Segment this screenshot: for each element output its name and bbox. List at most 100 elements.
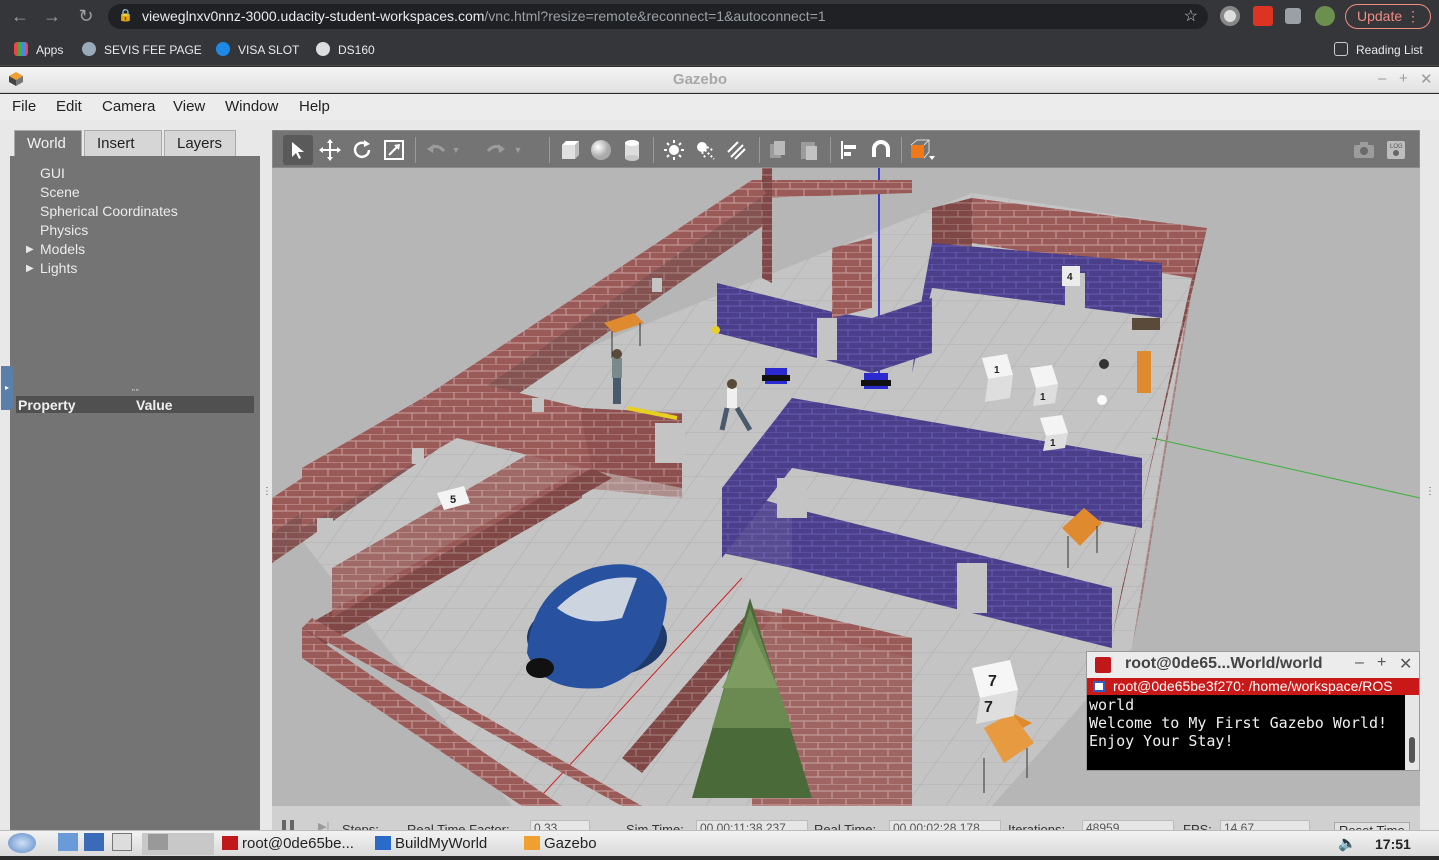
menu-dots-icon: ⋮: [1406, 8, 1420, 24]
address-bar[interactable]: 🔒 vieweglnxv0nnz-3000.udacity-student-wo…: [108, 4, 1208, 29]
tree-item-lights[interactable]: Lights: [40, 260, 77, 276]
svg-text:1: 1: [1050, 438, 1056, 449]
maximize-icon[interactable]: +: [1399, 70, 1408, 87]
splitter-handle-icon[interactable]: ⋮: [262, 486, 272, 497]
paste-icon[interactable]: [794, 135, 824, 165]
snap-magnet-icon[interactable]: [866, 135, 896, 165]
rotate-mode-icon[interactable]: [347, 135, 377, 165]
panel-collapse-handle[interactable]: ▸: [1, 366, 13, 410]
tree-item-gui[interactable]: GUI: [40, 165, 65, 181]
redo-history-dropdown-icon[interactable]: ▼: [511, 135, 525, 165]
tree-item-spherical-coordinates[interactable]: Spherical Coordinates: [40, 203, 178, 219]
box-shape-icon[interactable]: [555, 135, 585, 165]
screenshot-camera-icon[interactable]: [1349, 135, 1379, 165]
undo-icon[interactable]: [421, 135, 451, 165]
select-mode-icon[interactable]: [283, 135, 313, 165]
volume-icon[interactable]: 🔈: [1338, 833, 1357, 855]
seal-icon: [82, 42, 96, 56]
robot-model[interactable]: [861, 373, 891, 389]
splitter-handle-icon[interactable]: ⋮: [1425, 486, 1435, 497]
bookmark-sevis[interactable]: SEVIS FEE PAGE: [82, 42, 202, 57]
expand-arrow-icon[interactable]: ▶: [26, 263, 34, 274]
forward-icon[interactable]: →: [40, 5, 64, 27]
update-button[interactable]: Update ⋮: [1345, 4, 1431, 29]
task-terminal[interactable]: root@0de65be...: [222, 833, 354, 855]
extension-record-icon[interactable]: [1220, 6, 1240, 26]
reading-list[interactable]: Reading List: [1334, 42, 1423, 57]
small-object-model[interactable]: [1097, 395, 1107, 405]
translate-mode-icon[interactable]: [315, 135, 345, 165]
world-tree: GUI Scene Spherical Coordinates Physics …: [10, 156, 260, 830]
copy-icon[interactable]: [763, 135, 793, 165]
person-model[interactable]: [612, 349, 622, 404]
bench-model[interactable]: [1132, 318, 1160, 330]
robot-model[interactable]: [762, 368, 790, 384]
toolbar-separator: [901, 137, 902, 163]
bookmark-star-icon[interactable]: ☆: [1184, 6, 1198, 26]
scale-mode-icon[interactable]: [379, 135, 409, 165]
expand-arrow-icon[interactable]: ▶: [26, 244, 34, 255]
bookmark-apps[interactable]: Apps: [14, 42, 63, 57]
bookmark-ds160[interactable]: DS160: [316, 42, 375, 57]
view-angle-icon[interactable]: [907, 135, 937, 165]
terminal-line: world: [1089, 696, 1135, 714]
close-icon[interactable]: ✕: [1420, 70, 1433, 88]
svg-text:LOG: LOG: [1390, 144, 1403, 150]
tab-layers[interactable]: Layers: [164, 130, 236, 156]
orange-pillar-model[interactable]: [1137, 351, 1151, 393]
undo-history-dropdown-icon[interactable]: ▼: [449, 135, 463, 165]
menu-view[interactable]: View: [173, 98, 205, 115]
menu-edit[interactable]: Edit: [56, 98, 82, 115]
small-object-model[interactable]: [712, 326, 720, 334]
network-icon[interactable]: [84, 833, 108, 855]
terminal-tab[interactable]: root@0de65be3f270: /home/workspace/ROS: [1087, 678, 1419, 695]
file-manager-icon[interactable]: [58, 833, 82, 855]
directional-light-icon[interactable]: [721, 135, 751, 165]
svg-text:4: 4: [1067, 272, 1073, 283]
redo-icon[interactable]: [481, 135, 511, 165]
tree-item-physics[interactable]: Physics: [40, 222, 88, 238]
menu-help[interactable]: Help: [299, 98, 330, 115]
close-icon[interactable]: ✕: [1399, 654, 1412, 674]
minimize-icon[interactable]: –: [1378, 70, 1386, 87]
terminal-scrollbar[interactable]: [1405, 695, 1419, 770]
terminal-title: root@0de65...World/world: [1125, 655, 1323, 672]
tab-insert[interactable]: Insert: [84, 130, 162, 156]
align-icon[interactable]: [835, 135, 865, 165]
minimize-icon[interactable]: –: [1355, 654, 1364, 672]
cloud-icon: [216, 42, 230, 56]
spot-light-icon[interactable]: [690, 135, 720, 165]
tree-item-scene[interactable]: Scene: [40, 184, 80, 200]
tab-world[interactable]: World: [14, 130, 82, 156]
svg-text:7: 7: [988, 673, 997, 690]
log-record-icon[interactable]: LOG: [1381, 135, 1411, 165]
scrollbar-thumb[interactable]: [1409, 737, 1415, 763]
property-column-header: Property: [18, 397, 76, 413]
start-menu-icon[interactable]: [8, 833, 36, 855]
puzzle-extensions-icon[interactable]: [1285, 8, 1301, 24]
bookmarks-bar: Apps SEVIS FEE PAGE VISA SLOT DS160 Read…: [0, 33, 1439, 66]
sphere-shape-icon[interactable]: [586, 135, 616, 165]
menu-file[interactable]: File: [12, 98, 36, 115]
terminal-titlebar[interactable]: root@0de65...World/world – + ✕: [1087, 652, 1419, 678]
cylinder-shape-icon[interactable]: [617, 135, 647, 165]
reload-icon[interactable]: ↻: [74, 5, 98, 27]
profile-avatar[interactable]: [1315, 6, 1335, 26]
workspace-switcher[interactable]: [142, 833, 214, 855]
number-cube-model[interactable]: 77: [972, 660, 1018, 724]
task-buildmyworld[interactable]: BuildMyWorld: [375, 833, 487, 855]
terminal-window[interactable]: root@0de65...World/world – + ✕ root@0de6…: [1086, 651, 1420, 771]
menu-window[interactable]: Window: [225, 98, 278, 115]
point-light-icon[interactable]: [659, 135, 689, 165]
tree-item-models[interactable]: Models: [40, 241, 85, 257]
back-icon[interactable]: ←: [8, 5, 32, 27]
drone-model[interactable]: [1099, 359, 1109, 369]
window-icon[interactable]: [112, 833, 136, 855]
maximize-icon[interactable]: +: [1377, 654, 1386, 672]
bookmark-visa-slot[interactable]: VISA SLOT: [216, 42, 299, 57]
pdf-extension-icon[interactable]: [1253, 6, 1273, 26]
number-cube-model[interactable]: 4: [1062, 266, 1080, 286]
menu-camera[interactable]: Camera: [102, 98, 155, 115]
toolbar-separator: [415, 137, 416, 163]
task-gazebo[interactable]: Gazebo: [524, 833, 597, 855]
